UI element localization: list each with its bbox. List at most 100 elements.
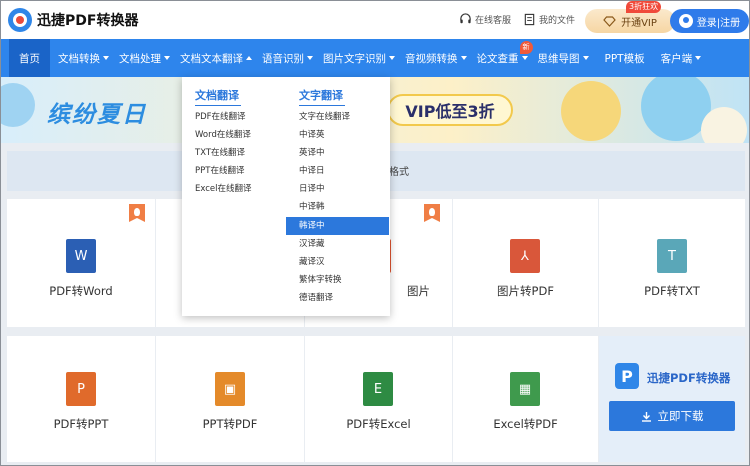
download-label: 立即下载 [657, 409, 704, 423]
menu-item-zh-ko[interactable]: 中译韩 [299, 198, 325, 216]
chevron-up-icon [246, 56, 252, 60]
excel-file-icon: E [363, 372, 393, 406]
user-avatar-icon [678, 14, 693, 28]
banner-title: 缤纷夏日 [47, 102, 147, 128]
tool-card-excel-to-pdf[interactable]: ▦ Excel转PDF [453, 336, 598, 462]
open-vip-label: 开通VIP [621, 17, 657, 29]
format-tab-label[interactable]: 格式 [389, 163, 409, 178]
menu-item-zh-en[interactable]: 中译英 [299, 126, 325, 144]
nav-item-home[interactable]: 首页 [9, 39, 50, 77]
tool-card-ppt-to-pdf[interactable]: ▣ PPT转PDF [156, 336, 304, 462]
my-files-label: 我的文件 [539, 16, 576, 26]
chevron-down-icon [582, 56, 589, 60]
nav-client-label: 客户端 [660, 52, 693, 65]
menu-item-text-online-translate[interactable]: 文字在线翻译 [299, 108, 350, 126]
tool-card-pdf-to-ppt[interactable]: P PDF转PPT [7, 336, 155, 462]
my-files-link[interactable]: 我的文件 [523, 13, 575, 26]
menu-item-zh-ja[interactable]: 中译日 [299, 162, 325, 180]
chevron-down-icon [695, 56, 702, 60]
app-window: 迅捷PDF转换器 在线客服 我的文件 开通VIP 3折狂欢 登录|注册 首页 文… [0, 0, 750, 466]
nav-item-doc-convert[interactable]: 文档转换 [53, 39, 114, 77]
banner-decoration [1, 83, 35, 127]
doc-translate-heading: 文档翻译 [195, 89, 239, 102]
chevron-down-icon [521, 56, 528, 60]
nav-speech-label: 语音识别 [262, 52, 304, 65]
menu-item-txt-translate[interactable]: TXT在线翻译 [195, 144, 245, 162]
txt-file-icon: T [657, 239, 687, 273]
banner-vip-offer: VIP低至3折 [387, 94, 513, 126]
ppt-pdf-file-icon: ▣ [215, 372, 245, 406]
menu-item-excel-translate[interactable]: Excel在线翻译 [195, 180, 252, 198]
menu-item-german-translate[interactable]: 德语翻译 [299, 289, 333, 307]
heading-underline [195, 105, 241, 106]
nav-doc-translate-label: 文档文本翻译 [180, 52, 243, 65]
translate-dropdown-menu: 文档翻译 PDF在线翻译 Word在线翻译 TXT在线翻译 PPT在线翻译 Ex… [182, 77, 390, 316]
tool-card-label: PDF转Excel [346, 417, 411, 431]
chevron-down-icon [307, 56, 313, 60]
headset-icon [460, 13, 471, 24]
nav-item-image-ocr[interactable]: 图片文字识别 [318, 39, 400, 77]
menu-item-bo-zh[interactable]: 藏译汉 [299, 253, 325, 271]
chevron-down-icon [389, 56, 395, 60]
pdf-file-icon: ⅄ [510, 239, 540, 273]
vip-promo-badge: 3折狂欢 [626, 1, 662, 13]
word-file-icon: W [66, 239, 96, 273]
nav-item-mind-map[interactable]: 思维导图 [533, 39, 594, 77]
tool-card-pdf-to-word[interactable]: W PDF转Word [7, 199, 155, 327]
nav-av-label: 音视频转换 [405, 52, 458, 65]
menu-item-traditional-convert[interactable]: 繁体字转换 [299, 271, 342, 289]
nav-item-client[interactable]: 客户端 [656, 39, 707, 77]
tool-card-label: Excel转PDF [493, 417, 558, 431]
nav-item-doc-translate[interactable]: 文档文本翻译 [175, 39, 257, 77]
ppt-file-icon: P [66, 372, 96, 406]
top-header: 迅捷PDF转换器 在线客服 我的文件 开通VIP 3折狂欢 登录|注册 [1, 1, 749, 39]
menu-item-pdf-translate[interactable]: PDF在线翻译 [195, 108, 246, 126]
chevron-down-icon [103, 56, 109, 60]
login-register-label: 登录|注册 [696, 17, 741, 29]
tool-card-label: PDF转TXT [644, 284, 700, 298]
nav-mindmap-label: 思维导图 [537, 52, 580, 65]
download-button[interactable]: 立即下载 [609, 401, 735, 431]
nav-item-paper-check[interactable]: 论文查重新 [472, 39, 533, 77]
brand-name[interactable]: 迅捷PDF转换器 [37, 10, 138, 30]
download-icon [641, 411, 651, 422]
online-support-label: 在线客服 [475, 16, 512, 26]
text-translate-heading: 文字翻译 [299, 89, 343, 102]
hot-flame-icon [424, 204, 440, 222]
banner-decoration [701, 107, 747, 143]
tool-card-label: PPT转PDF [202, 417, 258, 431]
menu-item-ppt-translate[interactable]: PPT在线翻译 [195, 162, 244, 180]
tool-card-image-to-pdf[interactable]: ⅄ 图片转PDF [453, 199, 598, 327]
nav-paper-label: 论文查重 [476, 52, 519, 65]
main-nav: 首页 文档转换 文档处理 文档文本翻译 语音识别 图片文字识别 音视频转换 论文… [1, 39, 749, 77]
menu-item-zh-bo[interactable]: 汉译藏 [299, 235, 325, 253]
nav-ppt-label: PPT模板 [604, 52, 645, 65]
diamond-icon [603, 15, 616, 27]
nav-item-doc-process[interactable]: 文档处理 [114, 39, 175, 77]
online-support-link[interactable]: 在线客服 [459, 13, 511, 26]
file-icon [524, 13, 535, 26]
chevron-down-icon [460, 56, 467, 60]
menu-item-word-translate[interactable]: Word在线翻译 [195, 126, 251, 144]
chevron-down-icon [164, 56, 170, 60]
menu-item-ja-zh[interactable]: 日译中 [299, 180, 325, 198]
promo-app-name: 迅捷PDF转换器 [647, 371, 731, 385]
nav-item-av-convert[interactable]: 音视频转换 [400, 39, 472, 77]
download-promo-card [599, 336, 745, 462]
excel-pdf-file-icon: ▦ [510, 372, 540, 406]
nav-item-speech-recognition[interactable]: 语音识别 [257, 39, 318, 77]
app-logo-icon: P [615, 363, 639, 389]
tool-card-pdf-to-excel[interactable]: E PDF转Excel [305, 336, 452, 462]
tool-card-pdf-to-txt[interactable]: T PDF转TXT [599, 199, 745, 327]
app-logo-icon[interactable] [7, 7, 33, 33]
new-badge: 新 [519, 41, 533, 54]
banner-decoration [561, 81, 621, 141]
nav-doc-process-label: 文档处理 [119, 52, 161, 65]
menu-item-en-zh[interactable]: 英译中 [299, 144, 325, 162]
tool-card-label: PDF转PPT [53, 417, 109, 431]
nav-item-ppt-template[interactable]: PPT模板 [600, 39, 650, 77]
login-register-button[interactable]: 登录|注册 [670, 9, 749, 33]
heading-underline [299, 105, 345, 106]
nav-ocr-label: 图片文字识别 [323, 52, 386, 65]
menu-item-ko-zh-selected[interactable]: 韩译中 [286, 217, 389, 235]
